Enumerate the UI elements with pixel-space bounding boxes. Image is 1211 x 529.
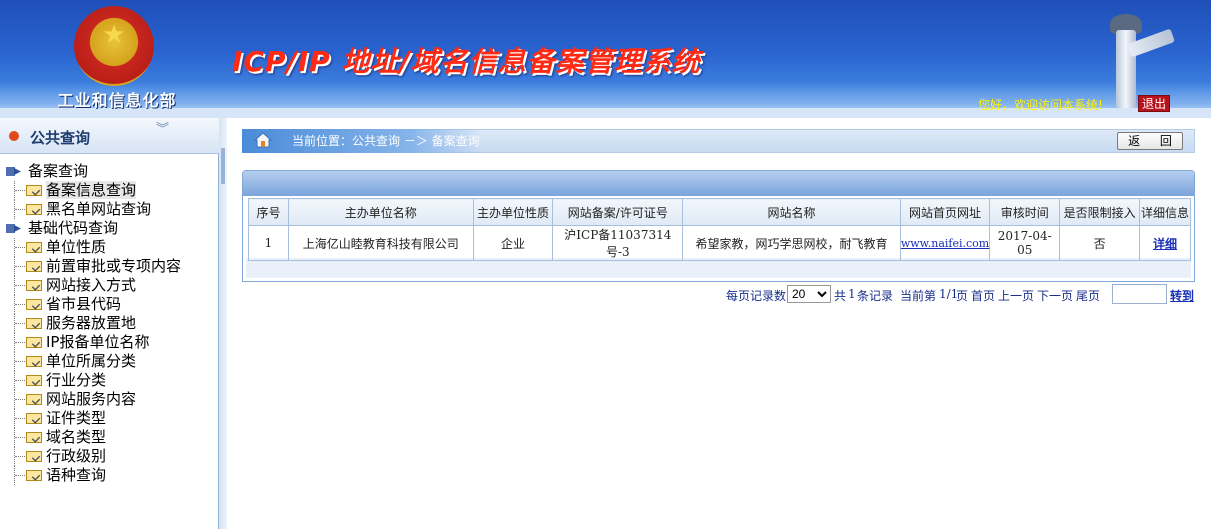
tree-item-blacklist-query[interactable]: 黑名单网站查询: [6, 200, 181, 219]
page-arrow-icon: [26, 261, 42, 272]
breadcrumb-content: 当前位置：公共查询 －＞ 备案查询: [242, 129, 1195, 153]
national-emblem-icon: ★: [74, 6, 154, 86]
cell-org-type: 企业: [472, 225, 554, 261]
per-page-select[interactable]: 20: [787, 285, 831, 303]
current-suffix: 页: [956, 289, 969, 303]
home-icon: [254, 132, 272, 148]
next-page-link[interactable]: 下一页: [1037, 287, 1073, 304]
results-table: 序号 主办单位名称 主办单位性质 网站备案/许可证号 网站名称 网站首页网址 审…: [248, 198, 1191, 261]
tree-item-ip-org-name[interactable]: IP报备单位名称: [6, 333, 181, 352]
jump-page-input[interactable]: [1112, 284, 1167, 304]
splitter-grip[interactable]: [221, 148, 225, 184]
col-header-url: 网站首页网址: [899, 198, 991, 226]
cell-site-name: 希望家教，网巧学思网校，耐飞教育: [682, 225, 901, 261]
nav-tree: 备案查询 备案信息查询 黑名单网站查询 基础代码查询 单位性质 前置审批或专项内…: [6, 162, 181, 485]
page-arrow-icon: [26, 451, 42, 462]
logout-button[interactable]: 退出: [1138, 95, 1170, 112]
detail-link[interactable]: 详细: [1153, 237, 1177, 251]
col-header-restricted: 是否限制接入: [1059, 198, 1141, 226]
col-header-org: 主办单位名称: [287, 198, 474, 226]
folder-arrow-icon: [6, 224, 21, 233]
welcome-text: 您好，欢迎访问本系统!: [978, 98, 1103, 112]
col-header-no: 序号: [248, 198, 289, 226]
results-panel: 序号 主办单位名称 主办单位性质 网站备案/许可证号 网站名称 网站首页网址 审…: [242, 170, 1195, 282]
huabiao-pillar-icon: [1098, 8, 1176, 108]
tree-item-domain-type[interactable]: 域名类型: [6, 428, 181, 447]
prev-page-link[interactable]: 上一页: [998, 287, 1034, 304]
col-header-site-name: 网站名称: [682, 198, 901, 226]
collapse-chevron-icon[interactable]: ︾: [156, 123, 169, 136]
tree-item-id-type[interactable]: 证件类型: [6, 409, 181, 428]
tree-item-filing-info-query[interactable]: 备案信息查询: [6, 181, 181, 200]
col-header-detail: 详细信息: [1139, 198, 1191, 226]
page-arrow-icon: [26, 432, 42, 443]
col-header-org-type: 主办单位性质: [472, 198, 554, 226]
tree-item-service-content[interactable]: 网站服务内容: [6, 390, 181, 409]
ministry-name: 工业和信息化部: [57, 91, 177, 110]
last-page-link[interactable]: 尾页: [1076, 287, 1100, 304]
page-arrow-icon: [26, 280, 42, 291]
tree-item-region-code[interactable]: 省市县代码: [6, 295, 181, 314]
page-arrow-icon: [26, 318, 42, 329]
cell-license: 沪ICP备11037314号-3: [552, 225, 684, 261]
breadcrumb-prefix: 当前位置：: [292, 134, 353, 148]
tree-item-admin-level[interactable]: 行政级别: [6, 447, 181, 466]
panel-footer: [246, 258, 1191, 278]
table-row: 1 上海亿山睦教育科技有限公司 企业 沪ICP备11037314号-3 希望家教…: [248, 225, 1191, 261]
sidebar-splitter[interactable]: [219, 118, 227, 529]
total-suffix: 条记录: [857, 289, 894, 303]
cell-no: 1: [248, 225, 289, 261]
page-arrow-icon: [26, 375, 42, 386]
breadcrumb-path: 公共查询 －＞ 备案查询: [352, 134, 480, 148]
page-arrow-icon: [26, 185, 42, 196]
current-prefix: 当前第: [900, 289, 937, 303]
cell-date: 2017-04-05: [989, 225, 1061, 261]
page-arrow-icon: [26, 242, 42, 253]
total-count: 1: [848, 287, 856, 301]
tree-group-filing-query[interactable]: 备案查询: [6, 162, 181, 181]
tree-group-base-code-query[interactable]: 基础代码查询: [6, 219, 181, 238]
page-arrow-icon: [26, 413, 42, 424]
first-page-link[interactable]: 首页: [971, 287, 995, 304]
sidebar: 公共查询 ︾ 备案查询 备案信息查询 黑名单网站查询 基础代码查询 单位性质 前…: [0, 118, 219, 529]
sidebar-header[interactable]: 公共查询 ︾: [0, 118, 219, 154]
bullet-icon: [9, 131, 19, 141]
col-header-license: 网站备案/许可证号: [552, 198, 684, 226]
cell-org: 上海亿山睦教育科技有限公司: [287, 225, 474, 261]
page-arrow-icon: [26, 204, 42, 215]
table-header-row: 序号 主办单位名称 主办单位性质 网站备案/许可证号 网站名称 网站首页网址 审…: [248, 198, 1191, 226]
sidebar-heading: 公共查询: [30, 129, 91, 147]
page-arrow-icon: [26, 394, 42, 405]
tree-item-org-nature[interactable]: 单位性质: [6, 238, 181, 257]
page-arrow-icon: [26, 337, 42, 348]
page-arrow-icon: [26, 470, 42, 481]
tree-item-language[interactable]: 语种查询: [6, 466, 181, 485]
tree-item-server-location[interactable]: 服务器放置地: [6, 314, 181, 333]
system-title: ICP/IP 地址/域名信息备案管理系统: [232, 45, 701, 78]
col-header-date: 审核时间: [989, 198, 1061, 226]
panel-title-bar: [243, 171, 1194, 196]
jump-link[interactable]: 转到: [1170, 287, 1194, 304]
tree-item-pre-approval[interactable]: 前置审批或专项内容: [6, 257, 181, 276]
tree-item-industry[interactable]: 行业分类: [6, 371, 181, 390]
tree-item-access-method[interactable]: 网站接入方式: [6, 276, 181, 295]
back-button[interactable]: 返 回: [1117, 132, 1183, 150]
folder-arrow-icon: [6, 167, 21, 176]
page-arrow-icon: [26, 299, 42, 310]
header-banner: ★ 工业和信息化部 ICP/IP 地址/域名信息备案管理系统 您好，欢迎访问本系…: [0, 0, 1211, 118]
total-prefix: 共: [834, 289, 847, 303]
page-arrow-icon: [26, 356, 42, 367]
site-url-link[interactable]: www.naifei.com: [901, 237, 989, 250]
per-page-label: 每页记录数: [726, 289, 787, 303]
cell-restricted: 否: [1059, 225, 1141, 261]
tree-item-org-category[interactable]: 单位所属分类: [6, 352, 181, 371]
